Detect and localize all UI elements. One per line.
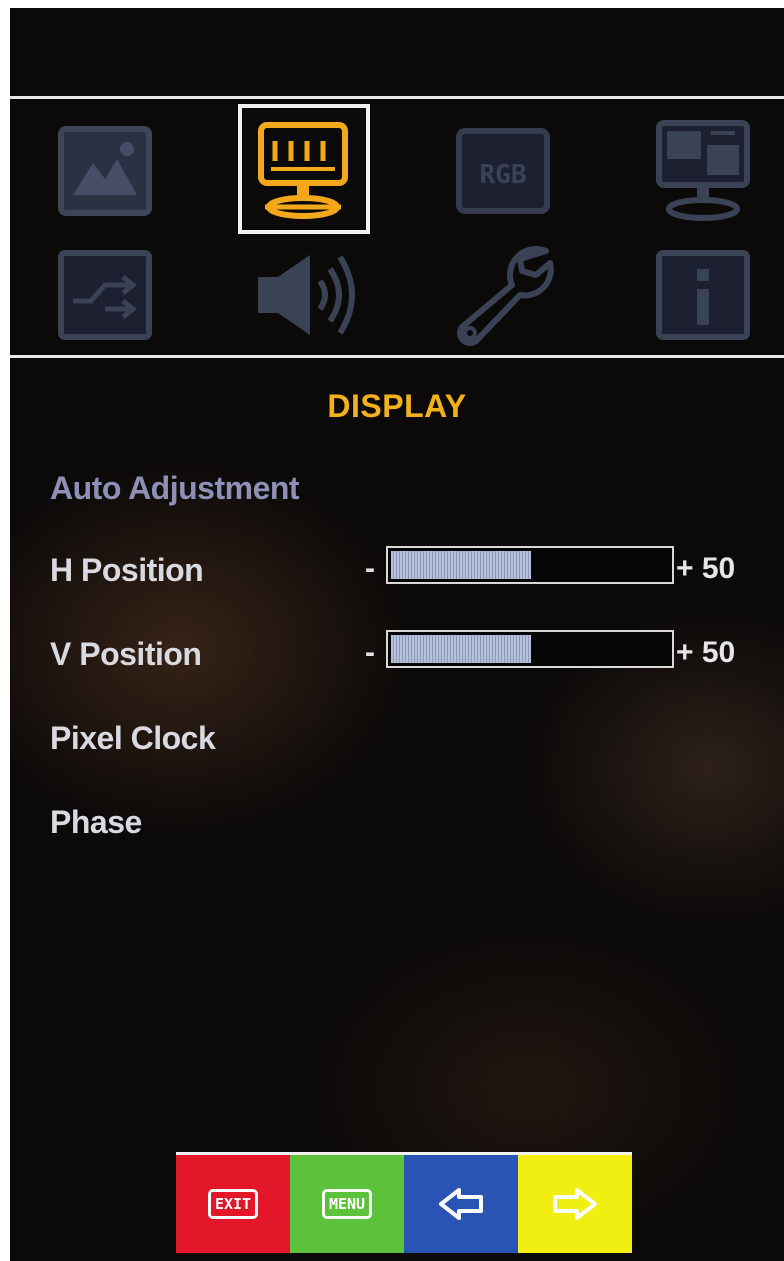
audio-icon[interactable] bbox=[250, 240, 360, 350]
menu-label: MENU bbox=[321, 1189, 373, 1219]
osd-screen: RGB DISPLAY Auto Adjustment H Position -… bbox=[10, 8, 784, 1261]
info-icon[interactable] bbox=[648, 240, 758, 350]
menu-item-h-position[interactable]: H Position bbox=[50, 552, 204, 589]
v-position-slider-fill bbox=[391, 635, 531, 663]
menu-item-auto-adjustment[interactable]: Auto Adjustment bbox=[50, 470, 300, 507]
v-position-value: + 50 bbox=[676, 636, 736, 669]
rgb-icon[interactable]: RGB bbox=[448, 116, 558, 226]
menu-title: DISPLAY bbox=[327, 388, 467, 424]
picture-icon[interactable] bbox=[50, 116, 160, 226]
menu-button[interactable]: MENU bbox=[290, 1155, 404, 1253]
setup-wrench-icon[interactable] bbox=[450, 240, 560, 350]
v-position-slider[interactable] bbox=[386, 630, 674, 668]
icons-divider bbox=[10, 355, 784, 358]
exit-label: EXIT bbox=[207, 1189, 259, 1219]
h-position-minus: - bbox=[365, 552, 375, 585]
menu-item-phase[interactable]: Phase bbox=[50, 804, 142, 841]
left-arrow-button[interactable] bbox=[404, 1155, 518, 1253]
pip-icon[interactable] bbox=[648, 116, 758, 226]
right-arrow-button[interactable] bbox=[518, 1155, 632, 1253]
menu-item-v-position[interactable]: V Position bbox=[50, 636, 202, 673]
svg-text:RGB: RGB bbox=[480, 160, 527, 190]
top-divider bbox=[10, 96, 784, 99]
osd-top-bar bbox=[10, 8, 784, 98]
menu-item-pixel-clock[interactable]: Pixel Clock bbox=[50, 720, 216, 757]
display-icon[interactable] bbox=[248, 116, 358, 226]
h-position-slider-fill bbox=[391, 551, 531, 579]
right-arrow-icon bbox=[553, 1188, 597, 1220]
h-position-value: + 50 bbox=[676, 552, 736, 585]
exit-button[interactable]: EXIT bbox=[176, 1155, 290, 1253]
left-arrow-icon bbox=[439, 1188, 483, 1220]
input-source-icon[interactable] bbox=[50, 240, 160, 350]
v-position-minus: - bbox=[365, 636, 375, 669]
h-position-slider[interactable] bbox=[386, 546, 674, 584]
osd-button-bar: EXIT MENU bbox=[176, 1152, 632, 1253]
